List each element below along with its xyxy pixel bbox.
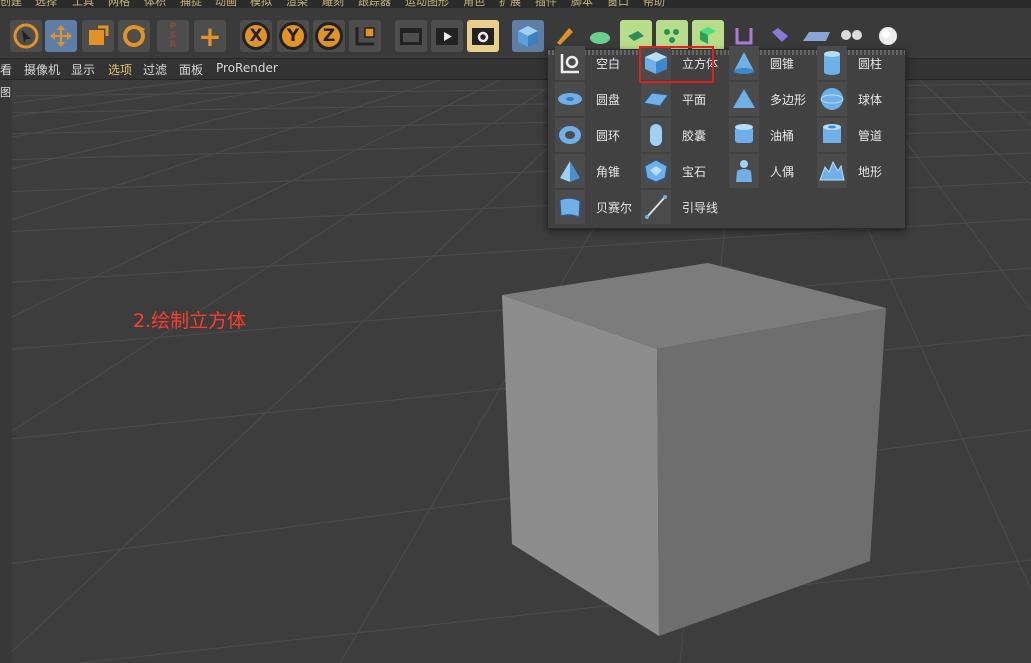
palette-label: 圆柱 [858,56,883,71]
axis-y-label: Y [279,22,307,50]
palette-item-cone[interactable]: 圆锥 [729,46,795,80]
palette-label: 多边形 [770,92,807,107]
palette-item-bezier[interactable]: 贝赛尔 [555,190,633,224]
render-view-icon[interactable] [395,20,427,52]
menu-item[interactable]: 运动图形 [405,0,449,8]
viewport-menu-panel[interactable]: 面板 [179,61,203,78]
step-annotation: 2.绘制立方体 [133,310,247,332]
palette-label: 胶囊 [682,128,707,143]
side-strip: 图 [0,80,12,663]
palette-label: 宝石 [682,164,707,179]
palette-label: 管道 [858,128,883,143]
menu-item[interactable]: 扩展 [499,0,521,8]
menu-item[interactable]: 雕刻 [322,0,344,8]
palette-item-torus[interactable]: 圆环 [555,118,621,152]
coordinate-system-icon[interactable] [349,20,381,52]
axis-x-label: X [242,22,270,50]
cube-icon[interactable] [512,20,544,52]
null-icon [555,46,585,80]
oil-tank-icon [729,118,759,152]
palette-item-pyramid[interactable]: 角锥 [555,154,621,188]
menu-item[interactable]: 插件 [535,0,557,8]
palette-label: 油桶 [770,128,795,143]
palette-item-sphere[interactable]: 球体 [817,82,883,116]
menu-item[interactable]: 窗口 [607,0,629,8]
menu-item[interactable]: 跟踪器 [358,0,391,8]
bezier-icon [555,190,585,224]
figure-icon [729,154,759,188]
menu-item[interactable]: 角色 [463,0,485,8]
palette-label: 圆锥 [770,56,795,71]
palette-item-polygon[interactable]: 多边形 [729,82,807,116]
viewport-menu-display[interactable]: 显示 [71,61,95,78]
palette-label: 平面 [682,92,707,107]
viewport-menu-camera[interactable]: 摄像机 [24,61,60,78]
viewport-menu-options[interactable]: 选项 [108,61,132,78]
palette-item-cylinder[interactable]: 圆柱 [817,46,883,80]
landscape-icon [817,154,847,188]
psr-icon[interactable]: PSR [157,20,189,52]
menu-item[interactable]: 脚本 [571,0,593,8]
menu-item[interactable]: 工具 [72,0,94,8]
guide-icon [641,190,671,224]
rotate-icon[interactable] [118,20,150,52]
palette-label: 圆盘 [596,92,621,107]
palette-label: 人偶 [770,164,795,179]
palette-item-null[interactable]: 空白 [555,46,621,80]
menu-bar: 创建 选择 工具 网格 体积 捕捉 动画 模拟 渲染 雕刻 跟踪器 运动图形 角… [0,0,1031,8]
menu-item[interactable]: 模拟 [250,0,272,8]
viewport-menu-prorender[interactable]: ProRender [216,61,278,75]
plane-icon [641,82,671,116]
render-picture-viewer-icon[interactable] [431,20,463,52]
gem-icon [641,154,671,188]
cylinder-icon [817,46,847,80]
viewport-menu-filter[interactable]: 过滤 [143,61,167,78]
axis-x-icon[interactable]: X [240,20,272,52]
palette-item-figure[interactable]: 人偶 [729,154,795,188]
palette-label: 角锥 [596,164,621,179]
menu-item[interactable]: 渲染 [286,0,308,8]
axis-y-icon[interactable]: Y [277,20,309,52]
tube-icon [817,118,847,152]
menu-item[interactable]: 创建 [0,0,22,8]
palette-label: 贝赛尔 [596,200,633,215]
palette-label: 引导线 [682,200,719,215]
move-icon[interactable] [45,20,77,52]
menu-item[interactable]: 捕捉 [180,0,202,8]
menu-item[interactable]: 动画 [215,0,237,8]
torus-icon [555,118,585,152]
palette-item-capsule[interactable]: 胶囊 [641,118,707,152]
side-label: 图 [0,86,11,99]
menu-item[interactable]: 体积 [144,0,166,8]
viewport-menu-view[interactable]: 看 [0,61,12,78]
palette-item-guide[interactable]: 引导线 [641,190,719,224]
palette-label: 圆环 [596,128,621,143]
select-arrow-icon[interactable] [10,20,42,52]
palette-label: 地形 [858,164,883,179]
sphere-icon [817,82,847,116]
pyramid-icon [555,154,585,188]
palette-item-landscape[interactable]: 地形 [817,154,883,188]
menu-item[interactable]: 帮助 [643,0,665,8]
disc-icon [555,82,585,116]
polygon-icon [729,82,759,116]
capsule-icon [641,118,671,152]
render-settings-icon[interactable] [467,20,499,52]
menu-item[interactable]: 网格 [108,0,130,8]
palette-label: 空白 [596,56,621,71]
palette-label: 球体 [858,92,883,107]
axis-z-icon[interactable]: Z [313,20,345,52]
cone-icon [729,46,759,80]
menu-item[interactable]: 选择 [35,0,57,8]
palette-item-oil-tank[interactable]: 油桶 [729,118,795,152]
selection-highlight-box [639,46,714,83]
palette-item-gem[interactable]: 宝石 [641,154,707,188]
palette-item-plane[interactable]: 平面 [641,82,707,116]
axis-z-label: Z [315,22,343,50]
palette-item-tube[interactable]: 管道 [817,118,883,152]
add-icon[interactable]: + [194,20,226,53]
scale-icon[interactable] [82,20,114,52]
psr-r-icon: R [169,39,177,50]
palette-item-disc[interactable]: 圆盘 [555,82,621,116]
